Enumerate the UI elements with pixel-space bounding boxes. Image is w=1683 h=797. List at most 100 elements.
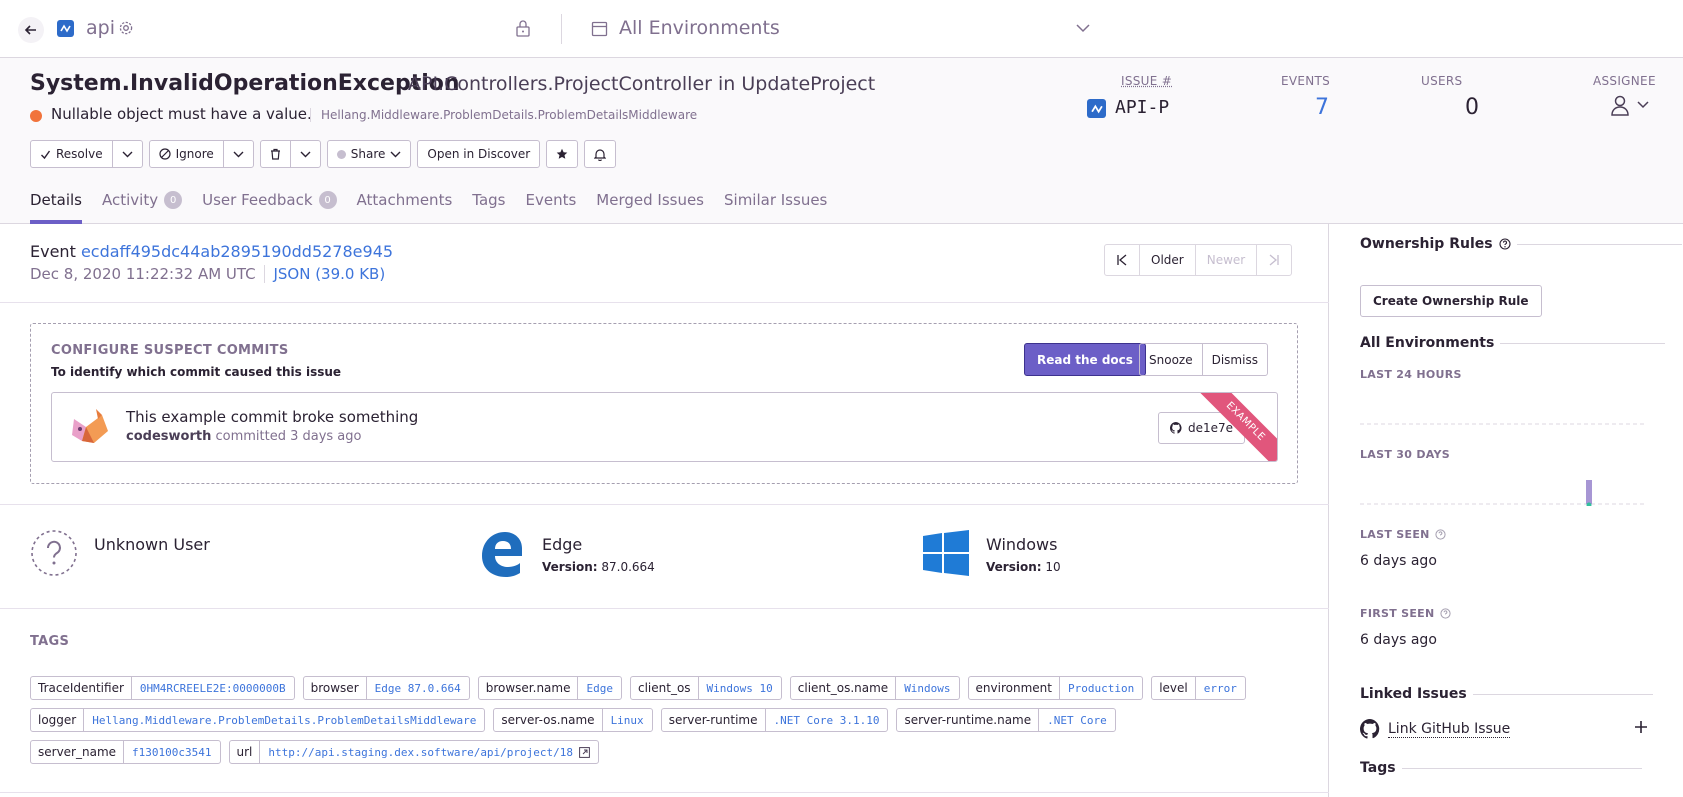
star-icon xyxy=(556,148,568,159)
commit-avatar xyxy=(68,405,110,447)
tag-pill[interactable]: level error xyxy=(1151,676,1246,700)
spark-bar xyxy=(1586,480,1592,504)
create-ownership-rule-button[interactable]: Create Ownership Rule xyxy=(1360,285,1542,317)
github-icon xyxy=(1360,719,1380,739)
delete-dropdown[interactable] xyxy=(289,141,320,167)
divider xyxy=(0,608,1329,609)
link-github-label: Link GitHub Issue xyxy=(1388,720,1511,738)
tag-pill[interactable]: client_os Windows 10 xyxy=(629,676,782,700)
last-30-days-chart[interactable] xyxy=(1360,476,1646,506)
share-button[interactable]: Share xyxy=(326,140,412,168)
commit-sha: de1e7e xyxy=(1188,421,1234,435)
tab-attachments[interactable]: Attachments xyxy=(357,176,453,224)
first-page-icon xyxy=(1117,254,1127,266)
last-24-hours-chart[interactable] xyxy=(1360,396,1646,426)
share-status-dot xyxy=(336,149,346,159)
tag-pill[interactable]: browser.name Edge xyxy=(477,676,622,700)
chevron-down-icon[interactable] xyxy=(1075,22,1091,37)
assignee-selector[interactable] xyxy=(1610,95,1652,121)
environment-selector[interactable]: All Environments xyxy=(619,17,780,39)
subscribe-button[interactable] xyxy=(584,140,617,168)
tab-label: Attachments xyxy=(356,191,453,209)
chevron-down-icon xyxy=(390,151,401,157)
delete-group xyxy=(259,140,321,168)
snooze-button[interactable]: Snooze xyxy=(1140,344,1202,375)
ignore-dropdown[interactable] xyxy=(222,141,253,167)
event-id-link[interactable]: ecdaff495dc44ab2895190dd5278e945 xyxy=(81,242,393,261)
tag-pill[interactable]: server-runtime.name .NET Core xyxy=(896,708,1116,732)
tab-details[interactable]: Details xyxy=(30,176,83,224)
link-github-issue[interactable]: Link GitHub Issue xyxy=(1360,719,1511,739)
tag-pill[interactable]: server-os.name Linux xyxy=(493,708,653,732)
tab-events[interactable]: Events xyxy=(525,176,576,224)
tag-pill[interactable]: TraceIdentifier 0HM4RCREELE2E:0000000B xyxy=(30,676,295,700)
first-seen-label: FIRST SEEN xyxy=(1360,607,1451,620)
context-os: Windows Version: 10 xyxy=(922,529,1061,585)
ignore-button[interactable]: Ignore xyxy=(150,141,223,167)
event-json-link[interactable]: JSON (39.0 KB) xyxy=(264,265,386,283)
gear-icon[interactable] xyxy=(118,20,134,40)
tab-label: Similar Issues xyxy=(724,191,828,209)
ignore-icon xyxy=(158,148,171,160)
help-icon[interactable] xyxy=(1499,238,1511,250)
divider xyxy=(1472,693,1653,695)
divider xyxy=(561,14,562,44)
tag-pill[interactable]: url http://api.staging.dex.software/api/p… xyxy=(228,740,600,764)
dismiss-button[interactable]: Dismiss xyxy=(1201,344,1267,375)
event-heading: Event ecdaff495dc44ab2895190dd5278e945 xyxy=(30,242,393,261)
resolve-button[interactable]: Resolve xyxy=(31,141,112,167)
project-platform-icon xyxy=(57,20,74,37)
delete-button[interactable] xyxy=(261,141,290,167)
tag-pill[interactable]: browser Edge 87.0.664 xyxy=(302,676,470,700)
tag-pill[interactable]: server_name f130100c3541 xyxy=(30,740,221,764)
tab-badge: 0 xyxy=(318,191,337,209)
newer-button[interactable]: Newer xyxy=(1194,245,1257,275)
edge-icon xyxy=(482,532,522,577)
sidebar-tags-heading: Tags xyxy=(1360,760,1642,776)
events-count[interactable]: 7 xyxy=(1315,95,1329,120)
open-in-discover-button[interactable]: Open in Discover xyxy=(417,140,541,168)
trash-icon xyxy=(270,148,280,160)
older-button[interactable]: Older xyxy=(1139,245,1195,275)
context-user: Unknown User xyxy=(30,529,210,585)
unknown-user-icon xyxy=(31,530,77,576)
resolve-dropdown[interactable] xyxy=(111,141,142,167)
tab-tags[interactable]: Tags xyxy=(472,176,505,224)
bell-icon xyxy=(594,148,607,161)
windows-icon xyxy=(923,530,969,576)
back-button[interactable] xyxy=(18,17,44,43)
help-icon[interactable] xyxy=(1439,608,1451,619)
tab-label: Merged Issues xyxy=(596,191,704,209)
issue-number-label: ISSUE # xyxy=(1121,74,1173,88)
lock-icon[interactable] xyxy=(515,19,531,41)
tag-pill[interactable]: environment Production xyxy=(967,676,1144,700)
browser-name: Edge xyxy=(542,535,583,554)
browser-version: Version: 87.0.664 xyxy=(542,560,655,574)
bookmark-button[interactable] xyxy=(546,140,579,168)
users-label: USERS xyxy=(1421,74,1463,88)
read-docs-button[interactable]: Read the docs xyxy=(1024,343,1146,376)
ownership-rules-heading: Ownership Rules xyxy=(1360,236,1682,252)
ignore-group: Ignore xyxy=(148,140,254,168)
tab-user-feedback[interactable]: User Feedback 0 xyxy=(202,176,337,224)
tab-similar-issues[interactable]: Similar Issues xyxy=(724,176,827,224)
last-24-hours-label: LAST 24 HOURS xyxy=(1360,368,1462,381)
tag-pill[interactable]: logger Hellang.Middleware.ProblemDetails.… xyxy=(30,708,486,732)
oldest-button[interactable] xyxy=(1105,245,1139,275)
tab-badge: 0 xyxy=(164,191,183,209)
tab-merged-issues[interactable]: Merged Issues xyxy=(596,176,704,224)
first-seen-value: 6 days ago xyxy=(1360,632,1437,648)
plus-icon[interactable] xyxy=(1633,719,1649,739)
tag-pill[interactable]: client_os.name Windows xyxy=(789,676,960,700)
github-icon xyxy=(1170,422,1182,434)
tab-label: Activity xyxy=(102,191,159,209)
event-meta: Dec 8, 2020 11:22:32 AM UTC JSON (39.0 K… xyxy=(30,265,386,283)
newest-button[interactable] xyxy=(1256,245,1291,275)
tab-activity[interactable]: Activity 0 xyxy=(102,176,183,224)
external-link-icon[interactable] xyxy=(579,746,590,758)
help-icon[interactable] xyxy=(1435,529,1446,540)
commit-author: codesworth xyxy=(126,429,212,444)
project-name[interactable]: api xyxy=(86,17,115,39)
tag-pill[interactable]: server-runtime .NET Core 3.1.10 xyxy=(660,708,889,732)
user-name: Unknown User xyxy=(94,535,210,554)
